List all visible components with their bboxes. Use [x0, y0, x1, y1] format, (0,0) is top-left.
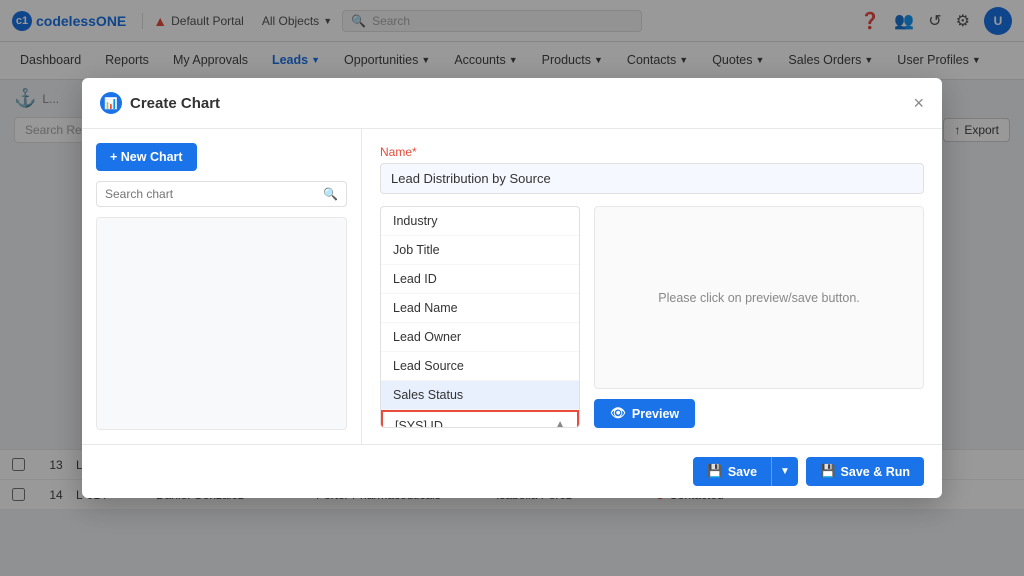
list-item[interactable]: Industry — [381, 207, 579, 236]
save-button-group: 💾 Save ▼ — [693, 457, 798, 486]
list-item-sales-status[interactable]: Sales Status — [381, 381, 579, 410]
chart-preview-thumbnail — [96, 217, 347, 430]
list-item[interactable]: Lead ID — [381, 265, 579, 294]
list-item[interactable]: Lead Source — [381, 352, 579, 381]
list-item[interactable]: Lead Name — [381, 294, 579, 323]
right-panel: Name* Industry Job Title Lead ID Lead Na… — [362, 129, 942, 444]
field-dropdown-list: Industry Job Title Lead ID Lead Name Lea… — [380, 206, 580, 428]
right-content-area: Industry Job Title Lead ID Lead Name Lea… — [380, 206, 924, 428]
left-panel: + New Chart 🔍 — [82, 129, 362, 444]
create-chart-modal: 📊 Create Chart × + New Chart 🔍 Name* — [82, 78, 942, 498]
preview-placeholder-text: Please click on preview/save button. — [658, 291, 860, 305]
field-list-inner[interactable]: Industry Job Title Lead ID Lead Name Lea… — [381, 207, 579, 427]
new-chart-button[interactable]: + New Chart — [96, 143, 197, 171]
close-button[interactable]: × — [913, 94, 924, 112]
save-button[interactable]: 💾 Save — [693, 457, 771, 486]
save-dropdown-toggle[interactable]: ▼ — [771, 457, 798, 486]
field-list-column: Industry Job Title Lead ID Lead Name Lea… — [380, 206, 580, 428]
modal-title-text: Create Chart — [130, 95, 220, 112]
preview-button[interactable]: 👁 Preview — [594, 399, 695, 428]
name-field-group: Name* — [380, 145, 924, 194]
search-icon: 🔍 — [323, 187, 338, 201]
modal-overlay: 📊 Create Chart × + New Chart 🔍 Name* — [0, 0, 1024, 576]
chart-search-box[interactable]: 🔍 — [96, 181, 347, 207]
save-run-button[interactable]: 💾 Save & Run — [806, 457, 924, 486]
modal-footer: 💾 Save ▼ 💾 Save & Run — [82, 444, 942, 498]
chart-preview-area: Please click on preview/save button. — [594, 206, 924, 389]
chart-search-input[interactable] — [105, 187, 317, 201]
preview-section: Please click on preview/save button. 👁 P… — [594, 206, 924, 428]
chart-icon: 📊 — [100, 92, 122, 114]
modal-body: + New Chart 🔍 Name* — [82, 129, 942, 444]
name-input[interactable] — [380, 163, 924, 194]
eye-icon: 👁 — [610, 406, 626, 421]
name-field-label: Name* — [380, 145, 924, 159]
save-icon: 💾 — [707, 464, 723, 479]
chevron-up-icon: ▲ — [555, 419, 565, 427]
list-item[interactable]: Job Title — [381, 236, 579, 265]
modal-header: 📊 Create Chart × — [82, 78, 942, 129]
chevron-down-icon: ▼ — [780, 466, 790, 477]
list-item-sys-id[interactable]: [SYS] ID ▲ — [381, 410, 579, 427]
list-item[interactable]: Lead Owner — [381, 323, 579, 352]
save-run-icon: 💾 — [820, 464, 836, 479]
modal-title: 📊 Create Chart — [100, 92, 220, 114]
